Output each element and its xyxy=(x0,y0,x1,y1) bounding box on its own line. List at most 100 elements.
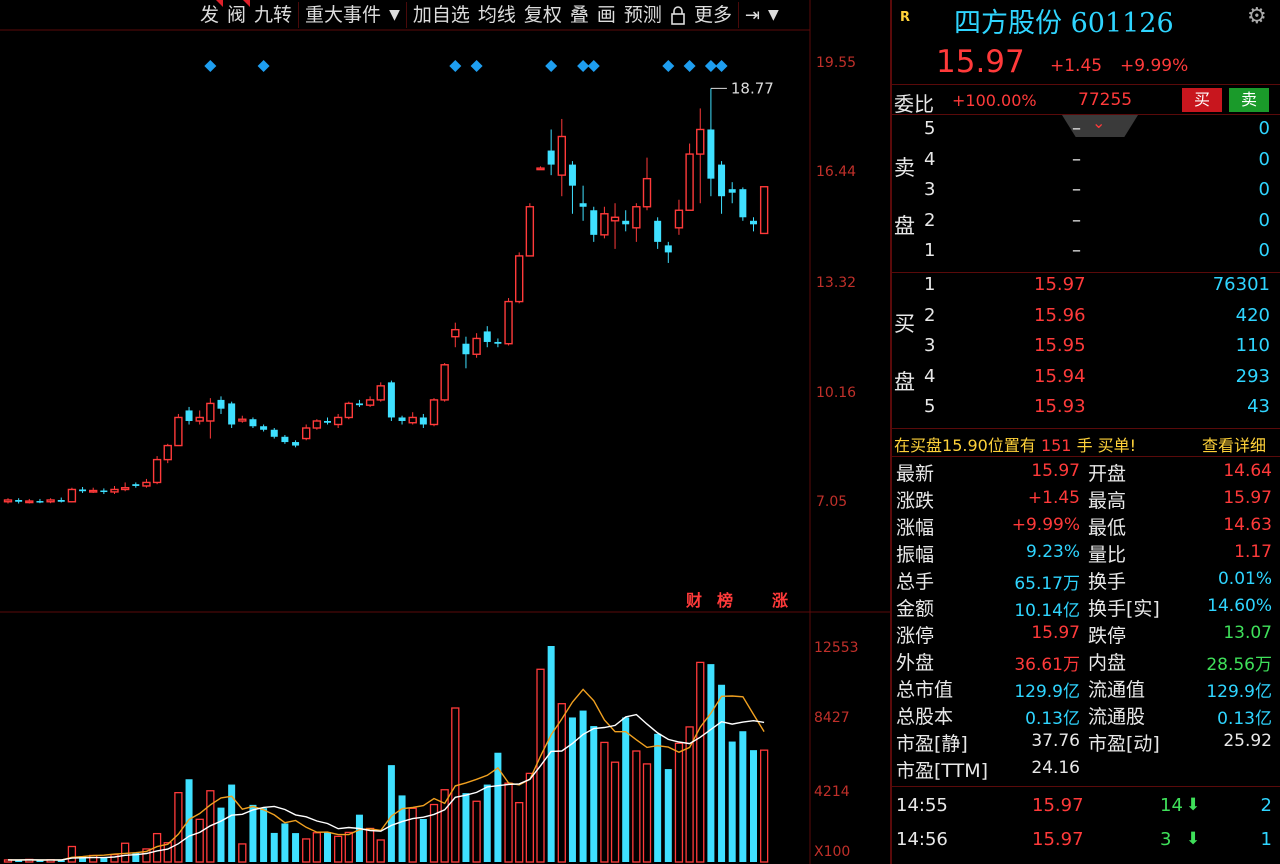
candle-body xyxy=(728,189,736,193)
candle-body xyxy=(759,186,769,235)
candle-body xyxy=(25,500,34,504)
kline-chart-area[interactable]: 19.55 16.44 13.32 10.16 7.05 12553 8427 4214 X10… xyxy=(0,0,890,864)
volume-bar xyxy=(195,818,204,863)
stat-label: 最低 xyxy=(1088,517,1127,539)
stat-value: 129.9亿 xyxy=(1014,682,1080,702)
expand-panel-icon[interactable]: ⇥ xyxy=(741,5,764,26)
bid-level-number: 3 xyxy=(924,335,936,356)
candle-body xyxy=(536,167,545,171)
toolbar-item-fa[interactable]: 发 xyxy=(196,0,224,30)
stat-value: 15.97 xyxy=(1223,488,1272,508)
volume-bar xyxy=(260,808,268,862)
ask-level-number: 3 xyxy=(924,179,936,200)
candle-body xyxy=(57,500,65,502)
chevron-down-icon[interactable]: ⌄ xyxy=(1092,113,1105,132)
chevron-down-icon[interactable]: ▼ xyxy=(385,7,404,23)
candle-body xyxy=(79,489,87,492)
stat-label: 涨幅 xyxy=(896,517,935,539)
candle-body xyxy=(622,220,630,225)
bid-level-number: 5 xyxy=(924,396,936,417)
volume-bar xyxy=(333,835,343,863)
toolbar-item-jiuzhuan[interactable]: 九转 xyxy=(250,0,296,30)
view-details-link[interactable]: 查看详细 xyxy=(1202,432,1266,456)
ask-level-volume: 0 xyxy=(1258,148,1270,170)
candle-body xyxy=(515,255,524,303)
toolbar-item-overlay[interactable]: 叠 xyxy=(566,0,593,30)
stat-label: 市盈[静] xyxy=(896,733,968,755)
volume-bar xyxy=(718,684,726,862)
volume-bar xyxy=(525,772,534,863)
volume-bar xyxy=(472,800,481,863)
bid-level-volume: 420 xyxy=(1235,304,1270,326)
ask-level-price: – xyxy=(1072,118,1081,139)
lock-icon[interactable] xyxy=(666,0,690,30)
stat-label: 振幅 xyxy=(896,544,935,566)
candle-body xyxy=(185,410,193,421)
volume-bar xyxy=(355,814,363,862)
chevron-down-icon[interactable]: ▼ xyxy=(764,7,783,23)
candle-body xyxy=(739,189,747,218)
notice-prefix: 在买盘 xyxy=(894,436,943,455)
price-axis-label: 16.44 xyxy=(816,164,856,180)
volume-bar xyxy=(292,833,300,862)
candle-body xyxy=(15,500,23,502)
candle-body xyxy=(249,419,257,427)
ask-level-volume: 0 xyxy=(1258,240,1270,261)
price-axis-label: 19.55 xyxy=(816,55,856,71)
stat-label: 量比 xyxy=(1088,544,1127,566)
candle-body xyxy=(174,416,183,447)
candle-body xyxy=(344,402,353,419)
stat-label: 跌停 xyxy=(1088,625,1127,647)
volume-bar xyxy=(419,818,427,862)
sell-button[interactable]: 卖 xyxy=(1229,88,1269,112)
candle-body xyxy=(270,429,278,437)
volume-bar xyxy=(483,784,491,862)
volume-bar xyxy=(728,741,736,862)
candle-body xyxy=(355,403,363,406)
candle-body xyxy=(568,164,576,186)
toolbar-item-draw[interactable]: 画 xyxy=(593,0,620,30)
volume-bar xyxy=(600,741,609,863)
tick-volume: 14 xyxy=(1160,795,1183,816)
price-axis-label: 10.16 xyxy=(816,385,856,401)
tick-count: 1 xyxy=(1260,829,1272,850)
bid-level-price: 15.97 xyxy=(1034,274,1086,295)
stat-label: 总市值 xyxy=(896,679,954,701)
volume-bar xyxy=(281,823,289,862)
buy-button[interactable]: 买 xyxy=(1182,88,1222,112)
candle-body xyxy=(696,128,705,155)
candle-body xyxy=(302,427,311,440)
stat-value: 129.9亿 xyxy=(1206,682,1272,702)
toolbar-item-fa2[interactable]: 阀 xyxy=(223,0,251,30)
candle-body xyxy=(36,501,44,503)
toolbar-item-major-events[interactable]: 重大事件 xyxy=(301,0,385,30)
divider xyxy=(892,84,1280,85)
volume-bar xyxy=(557,703,566,863)
candle-body xyxy=(610,216,620,222)
stat-value: +1.45 xyxy=(1027,488,1080,508)
candle-body xyxy=(440,364,449,401)
toolbar-item-predict[interactable]: 预测 xyxy=(620,0,666,30)
stat-value: 65.17万 xyxy=(1014,574,1080,594)
toolbar-item-add-watchlist[interactable]: 加自选 xyxy=(409,0,474,30)
event-marker-icon xyxy=(577,60,590,72)
candle-body xyxy=(483,331,491,342)
bid-level-volume: 293 xyxy=(1235,365,1270,387)
stat-value: 36.61万 xyxy=(1014,655,1080,675)
candle-body xyxy=(750,220,757,225)
candle-body xyxy=(579,203,587,207)
toolbar-item-ma[interactable]: 均线 xyxy=(474,0,520,30)
toolbar-item-more[interactable]: 更多 xyxy=(690,0,736,30)
toolbar-item-adjust[interactable]: 复权 xyxy=(520,0,566,30)
candle-body xyxy=(110,488,119,493)
volume-bar xyxy=(739,731,747,862)
volume-bar xyxy=(324,832,331,862)
kline-chart-svg[interactable]: 19.55 16.44 13.32 10.16 7.05 12553 8427 4214 X10… xyxy=(0,0,890,864)
bid-level-number: 4 xyxy=(924,365,936,387)
candle-body xyxy=(462,343,470,355)
price-axis-label: 7.05 xyxy=(816,494,847,510)
candle-body xyxy=(195,416,204,422)
stat-value: 15.97 xyxy=(1031,623,1080,643)
gear-icon[interactable]: ⚙ xyxy=(1247,4,1267,29)
toolbar-divider xyxy=(405,2,407,28)
